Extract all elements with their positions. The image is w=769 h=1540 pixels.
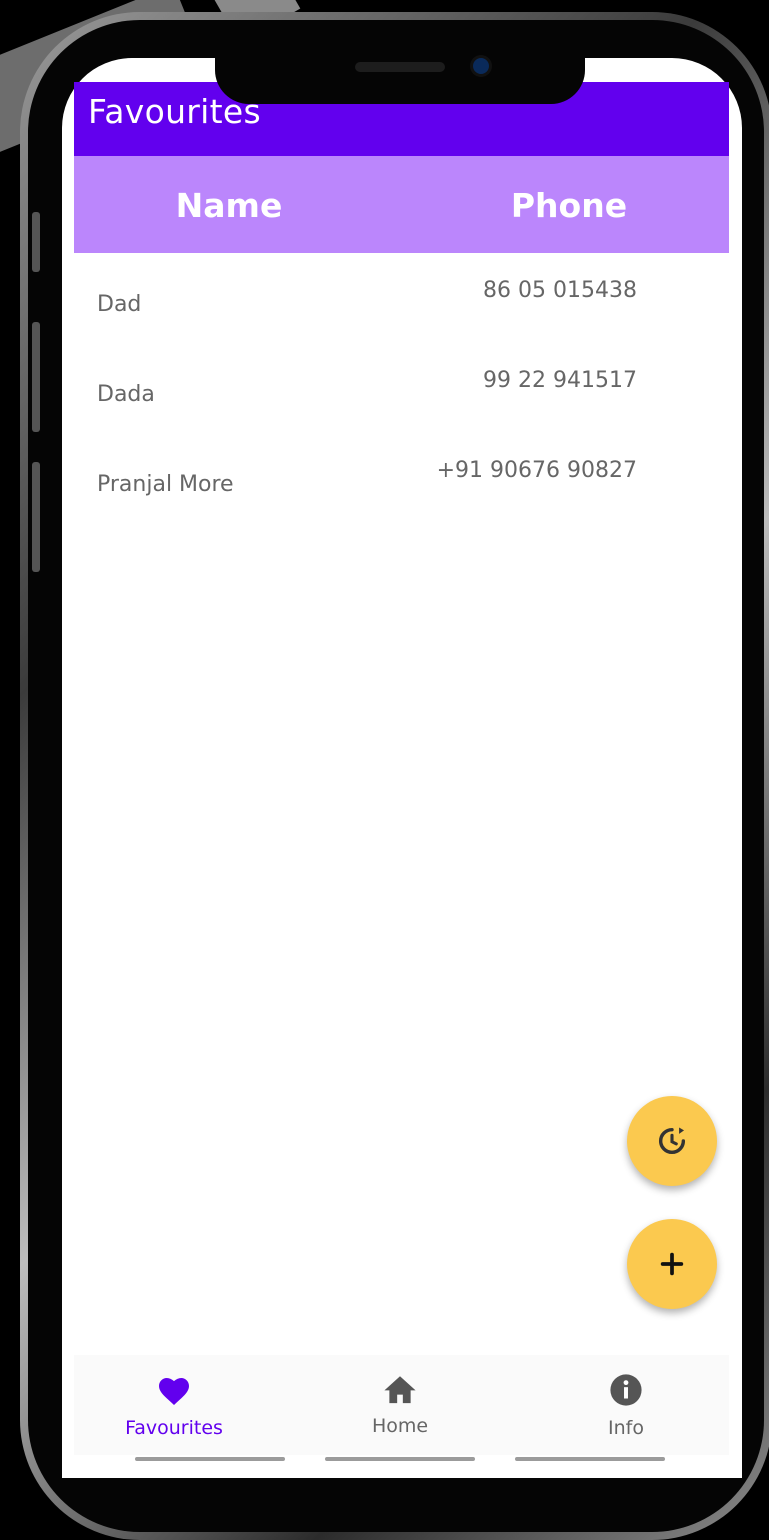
speaker-grille xyxy=(355,62,445,72)
table-row[interactable]: Dad 86 05 015438 xyxy=(97,278,637,338)
contact-phone: 86 05 015438 xyxy=(483,278,637,303)
nav-indicator-bar xyxy=(325,1457,475,1461)
history-button[interactable] xyxy=(627,1096,717,1186)
nav-label-favourites: Favourites xyxy=(125,1417,223,1439)
nav-label-home: Home xyxy=(371,1415,429,1437)
nav-item-home[interactable]: Home xyxy=(300,1373,500,1437)
table-row[interactable]: Dada 99 22 941517 xyxy=(97,368,637,428)
phone-volume-up xyxy=(32,322,40,432)
history-icon xyxy=(659,1127,686,1154)
contact-phone: +91 90676 90827 xyxy=(436,458,637,483)
front-camera xyxy=(473,58,489,74)
nav-indicator-bar xyxy=(515,1457,665,1461)
nav-item-info[interactable]: Info xyxy=(526,1373,726,1439)
nav-label-info: Info xyxy=(608,1417,644,1439)
contact-name: Pranjal More xyxy=(97,472,234,497)
column-header-name: Name xyxy=(175,186,283,225)
nav-item-favourites[interactable]: Favourites xyxy=(74,1373,274,1439)
plus-icon xyxy=(660,1252,684,1276)
phone-notch xyxy=(215,40,585,104)
contact-name: Dada xyxy=(97,382,155,407)
phone-silent-switch xyxy=(32,212,40,272)
add-contact-button[interactable] xyxy=(627,1219,717,1309)
contact-phone: 99 22 941517 xyxy=(483,368,637,393)
bottom-navigation: Favourites Home Info xyxy=(74,1355,729,1455)
info-icon xyxy=(610,1374,642,1406)
table-row[interactable]: Pranjal More +91 90676 90827 xyxy=(97,458,637,518)
column-header-phone: Phone xyxy=(510,186,628,225)
home-icon xyxy=(384,1376,416,1404)
contact-name: Dad xyxy=(97,292,142,317)
nav-indicator-bar xyxy=(135,1457,285,1461)
phone-volume-down xyxy=(32,462,40,572)
heart-icon xyxy=(159,1378,189,1405)
table-header: Name Phone xyxy=(74,156,729,253)
